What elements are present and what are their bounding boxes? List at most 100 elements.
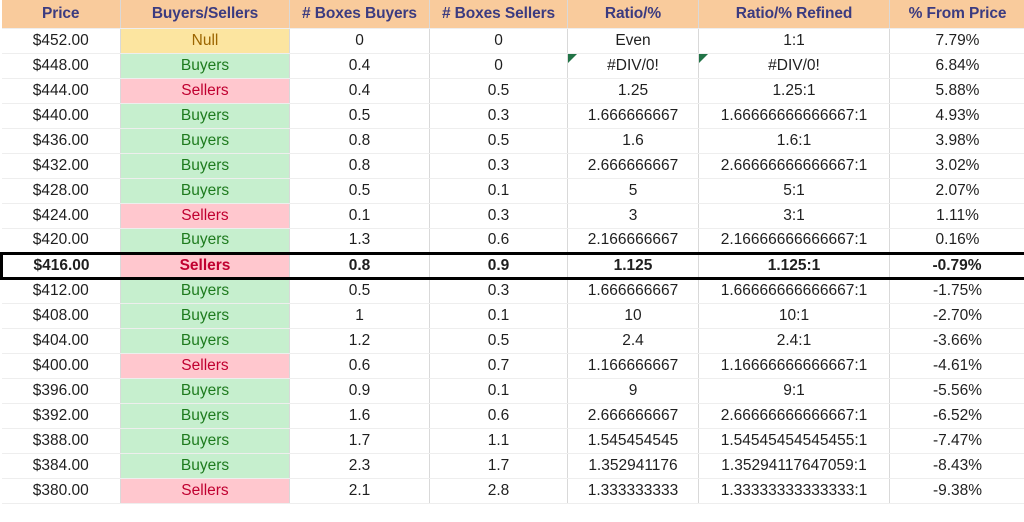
table-row[interactable]: $436.00 Buyers 0.8 0.5 1.6 1.6:1 3.98%: [1, 128, 1024, 154]
cell-ratio[interactable]: 1.352941176: [567, 453, 699, 479]
cell-buyers-sellers[interactable]: Null: [120, 28, 290, 54]
cell-ratio[interactable]: 2.166666667: [567, 228, 699, 254]
table-row[interactable]: $432.00 Buyers 0.8 0.3 2.666666667 2.66666666…: [1, 153, 1024, 179]
cell-ratio-refined[interactable]: 10:1: [698, 303, 890, 329]
cell-price[interactable]: $448.00: [1, 53, 121, 79]
cell-boxes-sellers[interactable]: 1.7: [429, 453, 568, 479]
table-row[interactable]: $444.00 Sellers 0.4 0.5 1.25 1.25:1 5.88%: [1, 78, 1024, 104]
cell-ratio-refined[interactable]: #DIV/0!: [698, 53, 890, 79]
price-ladder-table[interactable]: Price Buyers/Sellers # Boxes Buyers # Bo…: [0, 0, 1024, 504]
cell-price[interactable]: $404.00: [1, 328, 121, 354]
cell-ratio[interactable]: 3: [567, 203, 699, 229]
column-header-boxes-sellers[interactable]: # Boxes Sellers: [429, 0, 568, 29]
cell-ratio[interactable]: 1.666666667: [567, 103, 699, 129]
cell-buyers-sellers[interactable]: Sellers: [120, 353, 290, 379]
cell-boxes-buyers[interactable]: 2.1: [289, 478, 430, 504]
cell-boxes-buyers[interactable]: 1.6: [289, 403, 430, 429]
cell-ratio[interactable]: 2.666666667: [567, 153, 699, 179]
cell-buyers-sellers[interactable]: Buyers: [120, 428, 290, 454]
cell-ratio-refined[interactable]: 2.66666666666667:1: [698, 403, 890, 429]
cell-pct-from-price[interactable]: 4.93%: [889, 103, 1024, 129]
cell-boxes-sellers[interactable]: 0.5: [429, 128, 568, 154]
cell-pct-from-price[interactable]: 5.88%: [889, 78, 1024, 104]
cell-boxes-buyers[interactable]: 1.2: [289, 328, 430, 354]
cell-buyers-sellers[interactable]: Buyers: [120, 278, 290, 304]
cell-boxes-sellers[interactable]: 0.1: [429, 178, 568, 204]
cell-boxes-buyers[interactable]: 0.9: [289, 378, 430, 404]
cell-pct-from-price[interactable]: -2.70%: [889, 303, 1024, 329]
cell-boxes-sellers[interactable]: 2.8: [429, 478, 568, 504]
cell-price[interactable]: $428.00: [1, 178, 121, 204]
cell-pct-from-price[interactable]: -7.47%: [889, 428, 1024, 454]
cell-ratio[interactable]: 1.125: [567, 251, 699, 280]
cell-ratio[interactable]: Even: [567, 28, 699, 54]
cell-pct-from-price[interactable]: 7.79%: [889, 28, 1024, 54]
cell-ratio[interactable]: 1.545454545: [567, 428, 699, 454]
cell-ratio-refined[interactable]: 9:1: [698, 378, 890, 404]
cell-pct-from-price[interactable]: 1.11%: [889, 203, 1024, 229]
cell-buyers-sellers[interactable]: Sellers: [120, 78, 290, 104]
table-row[interactable]: $404.00 Buyers 1.2 0.5 2.4 2.4:1 -3.66%: [1, 328, 1024, 354]
cell-ratio[interactable]: 1.25: [567, 78, 699, 104]
cell-ratio-refined[interactable]: 1.6:1: [698, 128, 890, 154]
cell-price[interactable]: $436.00: [1, 128, 121, 154]
cell-price[interactable]: $416.00: [0, 251, 121, 280]
cell-boxes-buyers[interactable]: 0.4: [289, 53, 430, 79]
cell-boxes-sellers[interactable]: 1.1: [429, 428, 568, 454]
cell-buyers-sellers[interactable]: Buyers: [120, 53, 290, 79]
cell-ratio-refined[interactable]: 1.66666666666667:1: [698, 278, 890, 304]
cell-ratio-refined[interactable]: 2.16666666666667:1: [698, 228, 890, 254]
cell-boxes-sellers[interactable]: 0.6: [429, 228, 568, 254]
cell-boxes-buyers[interactable]: 0.1: [289, 203, 430, 229]
cell-buyers-sellers[interactable]: Buyers: [120, 328, 290, 354]
cell-boxes-buyers[interactable]: 1.3: [289, 228, 430, 254]
cell-price[interactable]: $432.00: [1, 153, 121, 179]
cell-ratio[interactable]: 1.166666667: [567, 353, 699, 379]
table-row[interactable]: $416.00 Sellers 0.8 0.9 1.125 1.125:1 -0.79%: [0, 251, 1024, 280]
column-header-ratio[interactable]: Ratio/%: [567, 0, 699, 29]
cell-pct-from-price[interactable]: -0.79%: [889, 251, 1024, 280]
cell-ratio-refined[interactable]: 1.33333333333333:1: [698, 478, 890, 504]
cell-pct-from-price[interactable]: -4.61%: [889, 353, 1024, 379]
cell-pct-from-price[interactable]: 3.98%: [889, 128, 1024, 154]
cell-boxes-sellers[interactable]: 0.7: [429, 353, 568, 379]
cell-pct-from-price[interactable]: 0.16%: [889, 228, 1024, 254]
cell-boxes-sellers[interactable]: 0.1: [429, 378, 568, 404]
column-header-price[interactable]: Price: [1, 0, 121, 29]
cell-price[interactable]: $412.00: [1, 278, 121, 304]
cell-ratio[interactable]: 1.6: [567, 128, 699, 154]
cell-buyers-sellers[interactable]: Buyers: [120, 378, 290, 404]
cell-boxes-sellers[interactable]: 0: [429, 53, 568, 79]
cell-ratio-refined[interactable]: 2.4:1: [698, 328, 890, 354]
column-header-boxes-buyers[interactable]: # Boxes Buyers: [289, 0, 430, 29]
table-row[interactable]: $396.00 Buyers 0.9 0.1 9 9:1 -5.56%: [1, 378, 1024, 404]
cell-price[interactable]: $420.00: [1, 228, 121, 254]
cell-buyers-sellers[interactable]: Buyers: [120, 228, 290, 254]
cell-price[interactable]: $380.00: [1, 478, 121, 504]
cell-boxes-buyers[interactable]: 0.6: [289, 353, 430, 379]
cell-boxes-sellers[interactable]: 0.5: [429, 328, 568, 354]
cell-ratio-refined[interactable]: 1.125:1: [698, 251, 890, 280]
cell-buyers-sellers[interactable]: Buyers: [120, 128, 290, 154]
cell-pct-from-price[interactable]: -8.43%: [889, 453, 1024, 479]
cell-boxes-sellers[interactable]: 0.3: [429, 153, 568, 179]
cell-pct-from-price[interactable]: -6.52%: [889, 403, 1024, 429]
cell-boxes-buyers[interactable]: 1: [289, 303, 430, 329]
cell-ratio-refined[interactable]: 1.16666666666667:1: [698, 353, 890, 379]
cell-ratio-refined[interactable]: 1.25:1: [698, 78, 890, 104]
cell-boxes-buyers[interactable]: 1.7: [289, 428, 430, 454]
cell-boxes-buyers[interactable]: 0.8: [289, 153, 430, 179]
cell-ratio[interactable]: 2.4: [567, 328, 699, 354]
cell-price[interactable]: $388.00: [1, 428, 121, 454]
table-row[interactable]: $412.00 Buyers 0.5 0.3 1.666666667 1.66666666…: [1, 278, 1024, 304]
cell-ratio-refined[interactable]: 1.35294117647059:1: [698, 453, 890, 479]
table-row[interactable]: $380.00 Sellers 2.1 2.8 1.333333333 1.3333333…: [1, 478, 1024, 504]
cell-buyers-sellers[interactable]: Buyers: [120, 153, 290, 179]
cell-boxes-buyers[interactable]: 0.5: [289, 103, 430, 129]
column-header-ratio-refined[interactable]: Ratio/% Refined: [698, 0, 890, 29]
cell-price[interactable]: $444.00: [1, 78, 121, 104]
cell-ratio-refined[interactable]: 3:1: [698, 203, 890, 229]
cell-boxes-sellers[interactable]: 0.6: [429, 403, 568, 429]
table-row[interactable]: $424.00 Sellers 0.1 0.3 3 3:1 1.11%: [1, 203, 1024, 229]
cell-boxes-buyers[interactable]: 0.8: [289, 251, 430, 280]
